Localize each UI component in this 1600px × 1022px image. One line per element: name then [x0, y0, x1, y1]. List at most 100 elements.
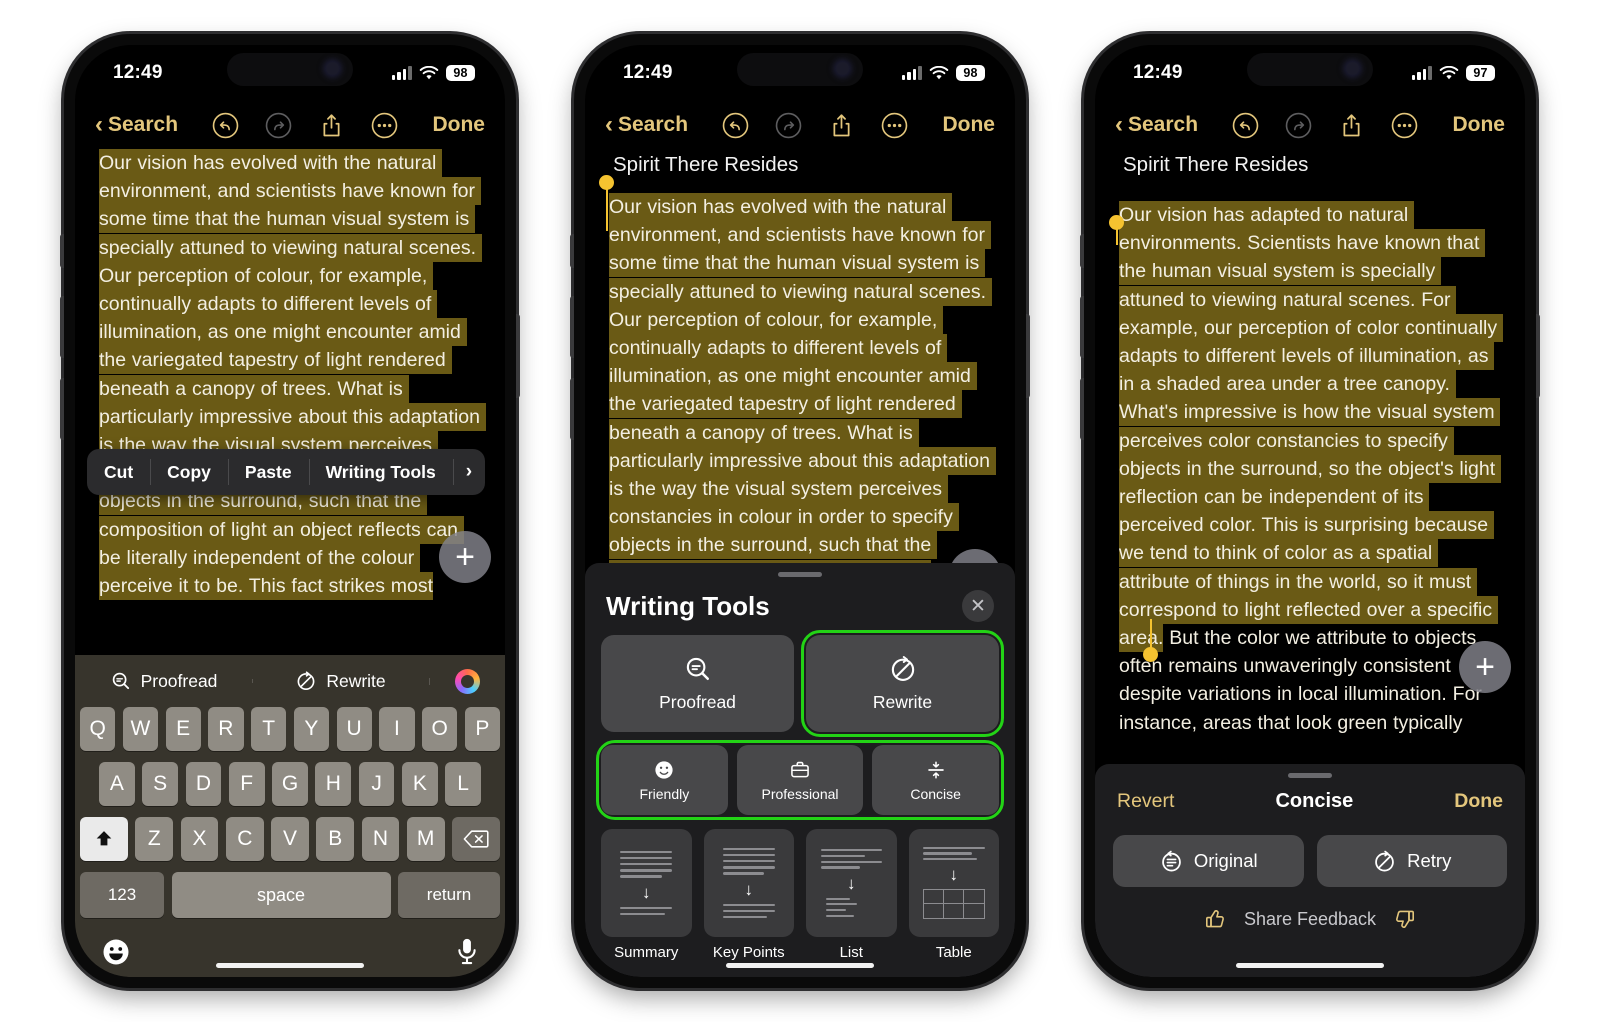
key-h[interactable]: H: [315, 762, 352, 806]
key-v[interactable]: V: [271, 817, 309, 861]
key-r[interactable]: R: [208, 707, 244, 751]
key-b[interactable]: B: [316, 817, 355, 861]
volume-down-button[interactable]: [1080, 378, 1084, 440]
revert-button[interactable]: Revert: [1117, 790, 1174, 813]
note-text[interactable]: Our vision has evolved with the natural …: [97, 149, 486, 601]
numbers-key[interactable]: 123: [80, 872, 164, 918]
volume-down-button[interactable]: [60, 378, 64, 440]
close-icon[interactable]: ✕: [962, 590, 994, 622]
suggestion-rewrite[interactable]: Rewrite: [252, 670, 429, 692]
suggestion-proofread[interactable]: Proofread: [75, 670, 252, 692]
shift-icon: [96, 831, 112, 846]
add-attachment-button[interactable]: +: [439, 531, 491, 583]
menu-item-writing-tools[interactable]: Writing Tools: [308, 449, 453, 495]
key-i[interactable]: I: [379, 707, 415, 751]
status-indicators: 97: [1411, 64, 1495, 82]
share-icon[interactable]: [318, 112, 345, 139]
key-g[interactable]: G: [272, 762, 308, 806]
key-y[interactable]: Y: [293, 707, 329, 751]
note-text[interactable]: Our vision has adapted to natural enviro…: [1117, 201, 1503, 737]
retry-button[interactable]: Retry: [1316, 835, 1507, 887]
sheet-grabber[interactable]: [1288, 773, 1332, 778]
emoji-icon[interactable]: [101, 937, 131, 967]
done-button[interactable]: Done: [1452, 113, 1505, 137]
menu-item-cut[interactable]: Cut: [87, 449, 150, 495]
key-s[interactable]: S: [142, 762, 179, 806]
tone-concise-button[interactable]: Concise: [872, 745, 1000, 815]
key-u[interactable]: U: [336, 707, 372, 751]
key-z[interactable]: Z: [135, 817, 174, 861]
key-d[interactable]: D: [185, 762, 222, 806]
menu-item-copy[interactable]: Copy: [150, 449, 228, 495]
selection-handle-end[interactable]: [1143, 647, 1158, 662]
tone-friendly-button[interactable]: Friendly: [601, 745, 728, 815]
return-key[interactable]: return: [398, 872, 500, 918]
note-title[interactable]: Spirit There Resides: [1117, 149, 1503, 181]
note-body[interactable]: Our vision has evolved with the natural …: [75, 149, 505, 601]
original-button[interactable]: Original: [1113, 835, 1304, 887]
key-w[interactable]: W: [122, 707, 158, 751]
thumbs-down-icon[interactable]: [1392, 907, 1416, 931]
share-icon[interactable]: [828, 112, 855, 139]
apple-intelligence-button[interactable]: [429, 668, 505, 694]
card-summary[interactable]: ↓ Summary: [601, 829, 692, 961]
key-q[interactable]: Q: [80, 707, 116, 751]
share-icon[interactable]: [1338, 112, 1365, 139]
back-button[interactable]: ‹ Search: [1115, 113, 1198, 137]
delete-key[interactable]: [452, 817, 501, 861]
done-button[interactable]: Done: [1454, 790, 1503, 813]
key-e[interactable]: E: [165, 707, 201, 751]
key-a[interactable]: A: [98, 762, 135, 806]
undo-icon[interactable]: [722, 112, 749, 139]
note-text[interactable]: Our vision has evolved with the natural …: [607, 193, 996, 588]
note-body[interactable]: Spirit There Resides Our vision has adap…: [1095, 149, 1525, 737]
redo-icon[interactable]: [265, 112, 292, 139]
menu-item-paste[interactable]: Paste: [227, 449, 309, 495]
card-table[interactable]: ↓ Table: [908, 829, 999, 961]
key-f[interactable]: F: [228, 762, 265, 806]
card-key-points[interactable]: ↓ Key Points: [703, 829, 794, 961]
key-m[interactable]: M: [406, 817, 445, 861]
key-t[interactable]: T: [251, 707, 287, 751]
tone-professional-button[interactable]: Professional: [736, 745, 864, 815]
space-key[interactable]: space: [171, 872, 391, 918]
note-body[interactable]: Spirit There Resides Our vision has evol…: [585, 149, 1015, 601]
back-button[interactable]: ‹ Search: [95, 113, 178, 137]
done-button[interactable]: Done: [942, 113, 995, 137]
more-icon[interactable]: [371, 112, 398, 139]
share-feedback-label[interactable]: Share Feedback: [1244, 909, 1376, 930]
key-p[interactable]: P: [464, 707, 500, 751]
key-o[interactable]: O: [422, 707, 458, 751]
more-icon[interactable]: [1391, 112, 1418, 139]
sheet-grabber[interactable]: [778, 572, 822, 577]
card-list[interactable]: ↓ List: [806, 829, 897, 961]
key-x[interactable]: X: [180, 817, 219, 861]
rewrite-button[interactable]: Rewrite: [801, 630, 1004, 737]
microphone-icon[interactable]: [455, 937, 479, 967]
smiley-icon: [655, 760, 673, 779]
done-button[interactable]: Done: [432, 113, 485, 137]
undo-icon[interactable]: [212, 112, 239, 139]
back-button[interactable]: ‹ Search: [605, 113, 688, 137]
redo-icon[interactable]: [775, 112, 802, 139]
undo-icon[interactable]: [1232, 112, 1259, 139]
key-l[interactable]: L: [445, 762, 482, 806]
power-button[interactable]: [516, 314, 520, 398]
key-c[interactable]: C: [225, 817, 264, 861]
power-button[interactable]: [1026, 314, 1030, 398]
note-title[interactable]: Spirit There Resides: [607, 149, 993, 181]
power-button[interactable]: [1536, 314, 1540, 398]
proofread-button[interactable]: Proofread: [601, 635, 794, 732]
volume-down-button[interactable]: [570, 378, 574, 440]
arrow-down-icon: ↓: [744, 879, 754, 899]
thumbs-up-icon[interactable]: [1204, 907, 1228, 931]
key-j[interactable]: J: [358, 762, 395, 806]
more-icon[interactable]: [881, 112, 908, 139]
menu-next-icon[interactable]: ›: [452, 449, 485, 495]
key-n[interactable]: N: [361, 817, 400, 861]
add-attachment-button[interactable]: +: [1459, 641, 1511, 693]
key-k[interactable]: K: [401, 762, 438, 806]
proofread-icon: [686, 657, 709, 680]
shift-key[interactable]: [79, 817, 128, 861]
redo-icon[interactable]: [1285, 112, 1312, 139]
